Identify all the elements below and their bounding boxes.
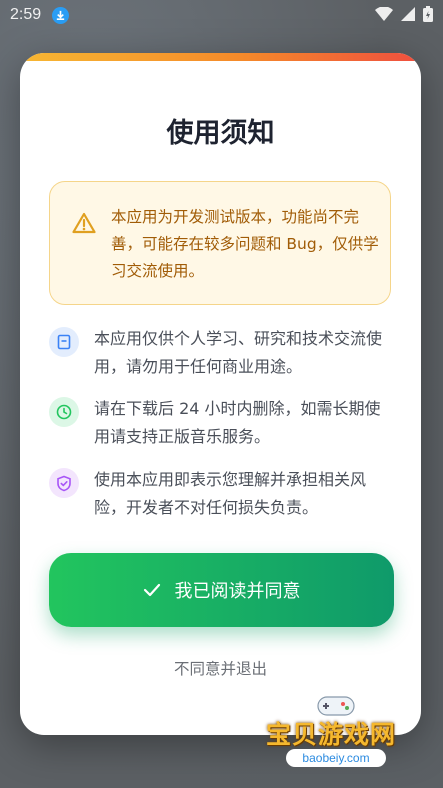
- agree-button[interactable]: 我已阅读并同意: [49, 553, 394, 627]
- status-icons: [375, 6, 433, 22]
- terms-dialog: 使用须知 本应用为开发测试版本，功能尚不完善，可能存在较多问题和 Bug，仅供学…: [20, 53, 421, 735]
- dialog-title: 使用须知: [166, 118, 275, 148]
- notice-text: 请在下载后 24 小时内删除，如需长期使用请支持正版音乐服务。: [94, 399, 381, 446]
- watermark: 宝贝游戏网 baobeiy.com: [266, 693, 416, 783]
- battery-icon: [423, 6, 433, 22]
- download-icon: [52, 7, 69, 24]
- agree-button-label: 我已阅读并同意: [174, 581, 301, 602]
- status-time: 2:59: [10, 6, 42, 23]
- warning-text: 本应用为开发测试版本，功能尚不完善，可能存在较多问题和 Bug，仅供学习交流使用…: [111, 208, 379, 280]
- status-bar: 2:59: [0, 0, 443, 30]
- signal-icon: [401, 7, 415, 21]
- wifi-icon: [375, 7, 393, 21]
- notice-text: 本应用仅供个人学习、研究和技术交流使用，请勿用于任何商业用途。: [94, 329, 383, 376]
- notice-text: 使用本应用即表示您理解并承担相关风险，开发者不对任何损失负责。: [94, 470, 367, 517]
- check-icon: [143, 583, 160, 597]
- shield-check-icon: [49, 468, 79, 498]
- watermark-url: baobeiy.com: [286, 749, 386, 767]
- clock-icon: [49, 397, 79, 427]
- warning-icon: [72, 212, 96, 238]
- document-icon: [49, 327, 79, 357]
- dialog-accent-bar: [20, 53, 421, 61]
- decline-link[interactable]: 不同意并退出: [20, 657, 421, 679]
- warning-box: 本应用为开发测试版本，功能尚不完善，可能存在较多问题和 Bug，仅供学习交流使用…: [49, 181, 391, 305]
- watermark-title: 宝贝游戏网: [266, 720, 397, 749]
